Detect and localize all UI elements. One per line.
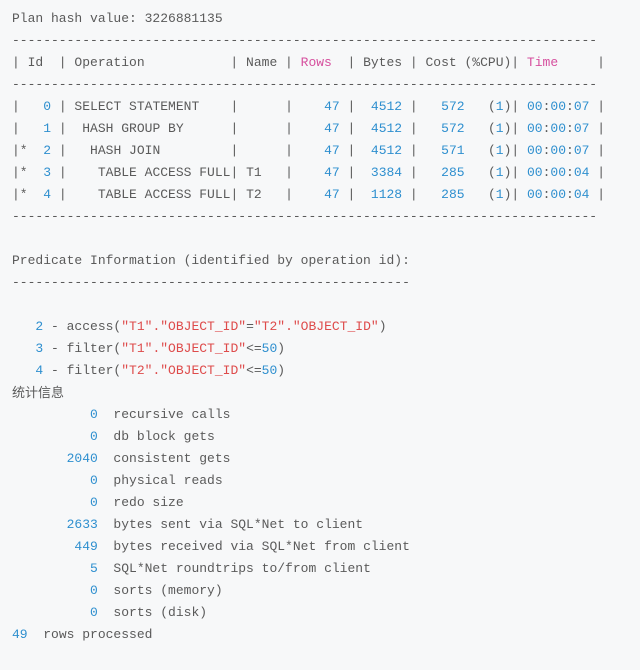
- plan-row: | 1 | HASH GROUP BY | | 47 | 4512 | 572 …: [12, 118, 628, 140]
- predicate-heading: Predicate Information (identified by ope…: [12, 250, 628, 272]
- stat-line: 0 recursive calls: [12, 404, 628, 426]
- plan-header: | Id | Operation | Name | Rows | Bytes |…: [12, 52, 628, 74]
- rows-processed: 49 rows processed: [12, 624, 628, 646]
- divider: ----------------------------------------…: [12, 272, 628, 294]
- predicate-line: 3 - filter("T1"."OBJECT_ID"<=50): [12, 338, 628, 360]
- predicate-line: 4 - filter("T2"."OBJECT_ID"<=50): [12, 360, 628, 382]
- divider: ----------------------------------------…: [12, 30, 628, 52]
- stat-line: 0 db block gets: [12, 426, 628, 448]
- stats-heading: 统计信息: [12, 382, 628, 404]
- stat-line: 0 sorts (disk): [12, 602, 628, 624]
- plan-hash-value: Plan hash value: 3226881135: [12, 8, 628, 30]
- stat-line: 449 bytes received via SQL*Net from clie…: [12, 536, 628, 558]
- divider: ----------------------------------------…: [12, 74, 628, 96]
- stat-line: 0 physical reads: [12, 470, 628, 492]
- plan-row: |* 2 | HASH JOIN | | 47 | 4512 | 571 (1)…: [12, 140, 628, 162]
- divider: ----------------------------------------…: [12, 206, 628, 228]
- predicate-line: 2 - access("T1"."OBJECT_ID"="T2"."OBJECT…: [12, 316, 628, 338]
- stat-line: 5 SQL*Net roundtrips to/from client: [12, 558, 628, 580]
- stat-line: 0 redo size: [12, 492, 628, 514]
- stat-line: 2633 bytes sent via SQL*Net to client: [12, 514, 628, 536]
- stat-line: 0 sorts (memory): [12, 580, 628, 602]
- stat-line: 2040 consistent gets: [12, 448, 628, 470]
- plan-row: |* 4 | TABLE ACCESS FULL| T2 | 47 | 1128…: [12, 184, 628, 206]
- plan-row: | 0 | SELECT STATEMENT | | 47 | 4512 | 5…: [12, 96, 628, 118]
- plan-row: |* 3 | TABLE ACCESS FULL| T1 | 47 | 3384…: [12, 162, 628, 184]
- sql-plan-output: Plan hash value: 3226881135-------------…: [12, 8, 628, 646]
